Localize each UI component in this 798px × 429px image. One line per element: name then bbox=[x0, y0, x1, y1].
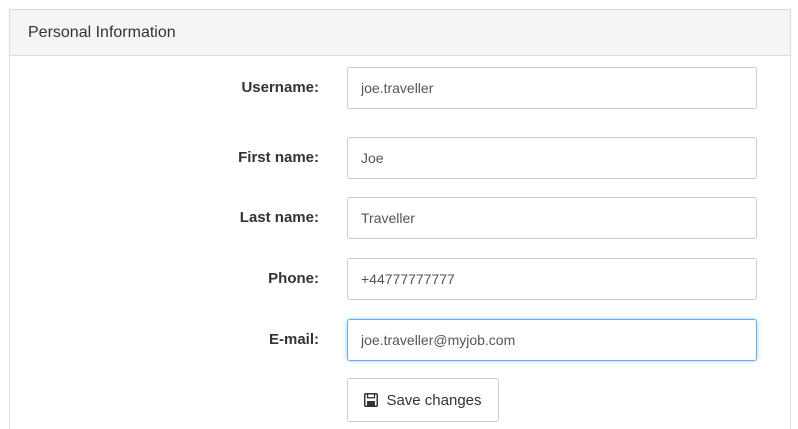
last-name-input[interactable] bbox=[347, 197, 757, 239]
email-input[interactable] bbox=[347, 319, 757, 361]
username-label: Username: bbox=[241, 79, 319, 96]
first-name-label: First name: bbox=[238, 149, 319, 166]
personal-information-panel: Personal Information Username: First nam… bbox=[9, 9, 791, 429]
last-name-row: Last name: bbox=[10, 197, 792, 239]
phone-label: Phone: bbox=[268, 270, 319, 287]
username-input[interactable] bbox=[347, 67, 757, 109]
last-name-label: Last name: bbox=[239, 209, 319, 226]
first-name-input[interactable] bbox=[347, 137, 757, 179]
panel-title: Personal Information bbox=[10, 10, 790, 56]
first-name-row: First name: bbox=[10, 137, 792, 179]
save-changes-label: Save changes bbox=[386, 391, 482, 409]
save-changes-button[interactable]: Save changes bbox=[347, 378, 499, 422]
email-label: E-mail: bbox=[268, 331, 319, 348]
floppy-disk-icon bbox=[364, 393, 379, 407]
phone-row: Phone: bbox=[10, 258, 792, 300]
email-row: E-mail: bbox=[10, 319, 792, 361]
phone-input[interactable] bbox=[347, 258, 757, 300]
username-row: Username: bbox=[10, 67, 792, 109]
